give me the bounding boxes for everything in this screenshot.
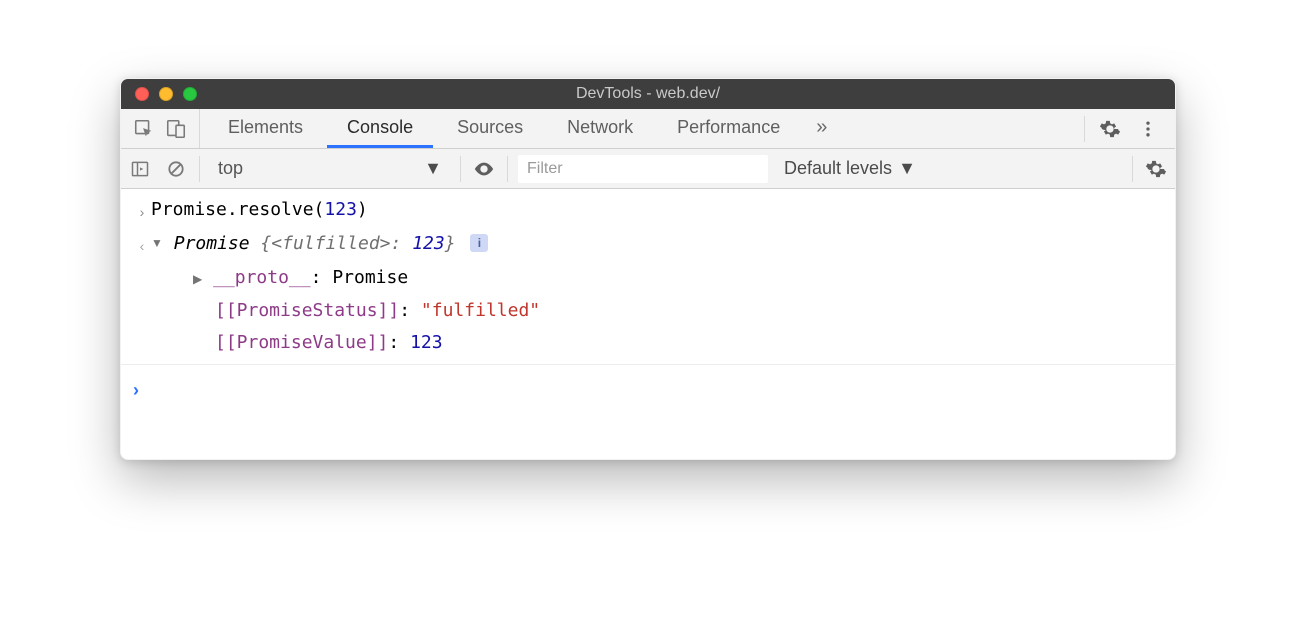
live-expression-eye-icon[interactable]: [471, 156, 497, 182]
window-controls: [121, 87, 197, 101]
execution-context-selector[interactable]: top ▼: [210, 158, 450, 179]
log-levels-label: Default levels: [784, 158, 892, 179]
colon: :: [399, 300, 421, 321]
console-settings-gear-icon[interactable]: [1143, 156, 1169, 182]
angle: >: [380, 233, 391, 254]
tabs-overflow[interactable]: »: [804, 109, 839, 148]
toggle-console-sidebar-icon[interactable]: [127, 156, 153, 182]
divider: [1132, 156, 1133, 182]
caret-down-icon: ▼: [898, 158, 916, 179]
chevron-double-right-icon: »: [816, 116, 827, 139]
execution-context-label: top: [218, 158, 243, 179]
brace: {: [250, 233, 272, 254]
code-number: 123: [324, 199, 357, 220]
kebab-menu-icon[interactable]: [1135, 116, 1161, 142]
angle: <: [271, 233, 282, 254]
clear-console-icon[interactable]: [163, 156, 189, 182]
tab-elements[interactable]: Elements: [208, 109, 323, 148]
colon: :: [388, 332, 410, 353]
proto-value: Promise: [332, 267, 408, 288]
divider: [199, 156, 200, 182]
internal-slot-value: 123: [410, 332, 443, 353]
object-class: Promise: [174, 233, 250, 254]
object-property-row[interactable]: ▶ __proto__: Promise: [121, 263, 1175, 296]
console-toolbar: top ▼ Default levels ▼: [121, 149, 1175, 189]
colon: :: [311, 267, 333, 288]
caret-down-icon: ▼: [424, 158, 442, 179]
proto-key: __proto__: [213, 267, 311, 288]
tab-console[interactable]: Console: [327, 109, 433, 148]
divider: [460, 156, 461, 182]
tab-network[interactable]: Network: [547, 109, 653, 148]
object-property-row[interactable]: [[PromiseStatus]]: "fulfilled": [121, 296, 1175, 328]
colon: :: [391, 233, 413, 254]
tab-performance[interactable]: Performance: [657, 109, 800, 148]
console-filter-input[interactable]: [518, 155, 768, 183]
object-property-row[interactable]: [[PromiseValue]]: 123: [121, 328, 1175, 365]
input-chevron-icon: ›: [133, 195, 151, 227]
disclosure-triangle-right-icon[interactable]: ▶: [193, 264, 202, 294]
code-text: Promise.resolve(: [151, 199, 324, 220]
internal-slot-key: [[PromiseStatus]]: [215, 300, 399, 321]
settings-gear-icon[interactable]: [1097, 116, 1123, 142]
code-text: ): [357, 199, 368, 220]
promise-state: fulfilled: [282, 233, 380, 254]
minimize-window-button[interactable]: [159, 87, 173, 101]
promise-value-preview: 123: [412, 233, 445, 254]
output-chevron-icon: ‹: [133, 229, 151, 261]
tab-sources[interactable]: Sources: [437, 109, 543, 148]
divider: [507, 156, 508, 182]
devtools-window: DevTools - web.dev/ Elements Console Sou…: [120, 78, 1176, 460]
brace: }: [445, 233, 456, 254]
inspect-element-icon[interactable]: [131, 116, 157, 142]
devtools-tabstrip: Elements Console Sources Network Perform…: [121, 109, 1175, 149]
console-result[interactable]: ‹ ▼ Promise {<fulfilled>: 123} i: [121, 229, 1175, 263]
window-title: DevTools - web.dev/: [121, 85, 1175, 103]
internal-slot-value: "fulfilled": [421, 300, 540, 321]
console-body: › Promise.resolve(123) ‹ ▼ Promise {<ful…: [121, 189, 1175, 459]
title-bar: DevTools - web.dev/: [121, 79, 1175, 109]
zoom-window-button[interactable]: [183, 87, 197, 101]
log-levels-selector[interactable]: Default levels ▼: [778, 158, 916, 179]
info-badge-icon[interactable]: i: [470, 234, 488, 252]
console-input-echo: › Promise.resolve(123): [121, 195, 1175, 229]
console-prompt-chevron-icon[interactable]: ›: [121, 369, 1175, 405]
close-window-button[interactable]: [135, 87, 149, 101]
internal-slot-key: [[PromiseValue]]: [215, 332, 388, 353]
disclosure-triangle-down-icon[interactable]: ▼: [151, 228, 163, 258]
device-toolbar-icon[interactable]: [163, 116, 189, 142]
divider: [1084, 116, 1085, 142]
